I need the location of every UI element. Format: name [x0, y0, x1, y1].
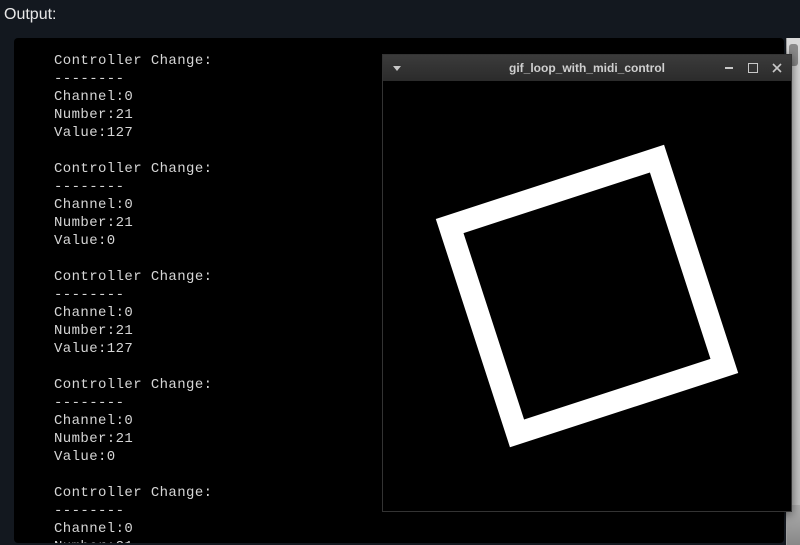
window-menu-icon[interactable] — [393, 66, 401, 71]
window-controls — [721, 55, 785, 81]
output-label: Output: — [0, 0, 800, 34]
rotating-square-graphic — [436, 145, 738, 447]
popup-window[interactable]: gif_loop_with_midi_control — [382, 54, 792, 512]
canvas-area — [383, 81, 791, 511]
minimize-button[interactable] — [721, 60, 737, 76]
close-button[interactable] — [769, 60, 785, 76]
window-titlebar[interactable]: gif_loop_with_midi_control — [383, 55, 791, 81]
maximize-button[interactable] — [745, 60, 761, 76]
close-icon — [772, 63, 782, 73]
